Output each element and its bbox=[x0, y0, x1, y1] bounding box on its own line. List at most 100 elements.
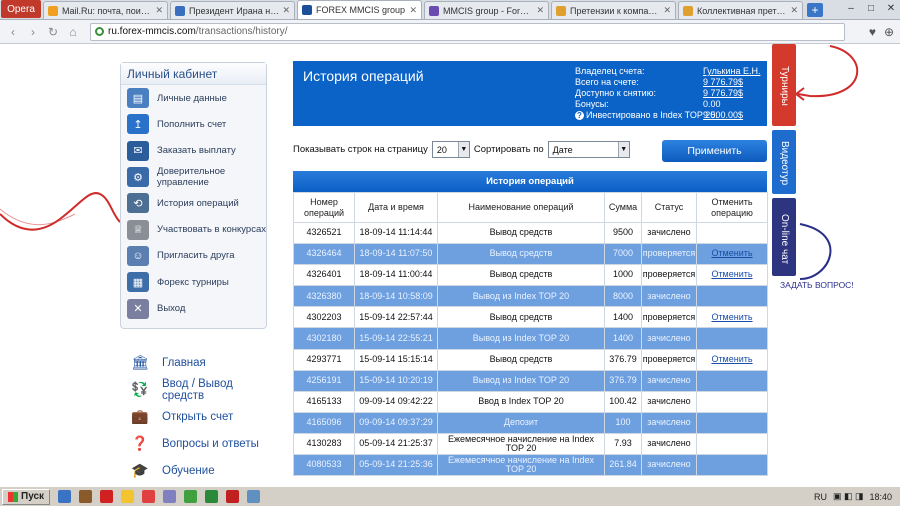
cabinet-item[interactable]: ♕ Участвовать в конкурсах bbox=[121, 216, 266, 242]
account-info-label-text: Владелец счета: bbox=[575, 66, 645, 76]
close-tab-icon[interactable]: ✕ bbox=[663, 5, 671, 16]
id-card-icon: ▤ bbox=[127, 88, 149, 109]
operation-name: Вывод средств bbox=[437, 306, 605, 329]
cancel-cell: Отменить bbox=[696, 243, 768, 266]
close-tab-icon[interactable]: ✕ bbox=[536, 5, 544, 16]
operation-date: 18-09-14 11:14:44 bbox=[354, 221, 438, 245]
operation-name: Вывод из Index TOP 20 bbox=[437, 369, 605, 392]
close-tab-icon[interactable]: ✕ bbox=[409, 5, 417, 16]
tab-title: Коллективная претензия м bbox=[697, 5, 787, 16]
history-table-wrap: История операций Номер операций Дата и вр… bbox=[293, 171, 768, 477]
home-icon[interactable]: ⌂ bbox=[66, 25, 80, 39]
reload-icon[interactable]: ↻ bbox=[46, 25, 60, 39]
operation-status: проверяется bbox=[641, 264, 697, 287]
account-info-value[interactable]: 9 776.79$ bbox=[703, 88, 743, 99]
operation-sum: 1400 bbox=[604, 306, 642, 329]
rows-per-page-select[interactable]: 20 ▼ bbox=[431, 141, 470, 158]
page-content: Личный кабинет ▤ Личные данные ↥ Пополнит… bbox=[0, 44, 900, 486]
tab-title: FOREX MMCIS group bbox=[316, 5, 406, 15]
account-info-value[interactable]: Гулькина Е.Н. bbox=[703, 66, 760, 77]
main-nav-item[interactable]: 🎓 Обучение bbox=[128, 457, 268, 484]
opera-icon[interactable] bbox=[100, 490, 114, 503]
table-row: 4326521 18-09-14 11:14:44 Вывод средств … bbox=[293, 221, 768, 245]
operation-status: проверяется bbox=[641, 348, 697, 371]
ask-question-link[interactable]: ЗАДАТЬ ВОПРОС! bbox=[780, 280, 870, 290]
cancel-operation-link[interactable]: Отменить bbox=[711, 354, 752, 364]
cancel-cell bbox=[696, 285, 768, 308]
video-tour-tab[interactable]: Видеотур bbox=[772, 132, 796, 194]
browser-tab[interactable]: FOREX MMCIS group ✕ bbox=[297, 0, 422, 19]
extension-icon[interactable]: ⊕ bbox=[884, 25, 894, 39]
yandex-icon[interactable] bbox=[142, 490, 156, 503]
app-window-icon[interactable] bbox=[247, 490, 261, 503]
account-info-value: 0.00 bbox=[703, 99, 721, 109]
decorative-red-wave bbox=[0, 192, 120, 231]
opera-window-icon[interactable] bbox=[226, 490, 240, 503]
forward-arrow-icon[interactable]: › bbox=[26, 25, 40, 39]
account-info-value[interactable]: 9 500.00$ bbox=[703, 110, 743, 121]
start-label: Пуск bbox=[21, 491, 45, 502]
browser-tab[interactable]: Президент Ирана назвал ' ✕ bbox=[170, 1, 295, 19]
cancel-operation-link[interactable]: Отменить bbox=[711, 269, 752, 280]
language-indicator[interactable]: RU bbox=[814, 492, 827, 502]
cabinet-item[interactable]: ✕ Выход bbox=[121, 295, 266, 321]
account-info-label: Доступно к снятию: bbox=[575, 88, 703, 99]
start-button[interactable]: Пуск bbox=[2, 488, 51, 505]
maximize-icon[interactable]: □ bbox=[862, 2, 880, 16]
browser-tab[interactable]: Коллективная претензия м ✕ bbox=[678, 1, 803, 19]
apply-button[interactable]: Применить bbox=[662, 140, 767, 162]
operation-name: Вывод средств bbox=[437, 264, 605, 287]
cabinet-item[interactable]: ⟲ История операций bbox=[121, 190, 266, 216]
new-tab-button[interactable]: + bbox=[807, 3, 823, 17]
url-field[interactable]: ru.forex-mmcis.com/transactions/history/ bbox=[90, 22, 845, 41]
browser-tab[interactable]: Претензии к компании - 6 ✕ bbox=[551, 1, 676, 19]
system-tray: RU ▣ ◧ ◨ 18:40 bbox=[808, 491, 900, 502]
icq-icon[interactable] bbox=[184, 490, 198, 503]
info-icon[interactable]: ? bbox=[575, 111, 584, 120]
heart-bookmark-icon[interactable]: ♥ bbox=[869, 25, 876, 39]
main-nav-item[interactable]: 💱 Ввод / Вывод средств bbox=[128, 376, 268, 403]
sort-by-label: Сортировать по bbox=[473, 144, 544, 155]
tournaments-tab[interactable]: Турниры bbox=[772, 46, 796, 126]
cabinet-item[interactable]: ▦ Форекс турниры bbox=[121, 269, 266, 295]
explorer-icon[interactable] bbox=[121, 490, 135, 503]
back-arrow-icon[interactable]: ‹ bbox=[6, 25, 20, 39]
cancel-cell bbox=[696, 327, 768, 350]
cabinet-item[interactable]: ✉ Заказать выплату bbox=[121, 138, 266, 164]
desktop-icon[interactable] bbox=[58, 490, 72, 503]
tray-icons[interactable]: ▣ ◧ ◨ bbox=[833, 491, 864, 502]
cancel-cell: Отменить bbox=[696, 264, 768, 287]
operation-id: 4326380 bbox=[293, 285, 355, 308]
operation-status: зачислено bbox=[641, 327, 697, 350]
folder-icon[interactable] bbox=[79, 490, 93, 503]
cabinet-item[interactable]: ▤ Личные данные bbox=[121, 85, 266, 111]
close-tab-icon[interactable]: ✕ bbox=[282, 5, 290, 16]
table-row: 4256191 15-09-14 10:20:19 Вывод из Index… bbox=[293, 369, 768, 392]
cabinet-item[interactable]: ↥ Пополнить счет bbox=[121, 111, 266, 137]
cabinet-item-label: Выход bbox=[157, 303, 186, 315]
cancel-operation-link[interactable]: Отменить bbox=[711, 312, 752, 322]
clock: 18:40 bbox=[869, 491, 892, 502]
opera-menu-button[interactable]: Opera bbox=[1, 0, 41, 18]
main-nav-item[interactable]: 🏛 Главная bbox=[128, 349, 268, 376]
cancel-operation-link[interactable]: Отменить bbox=[711, 248, 752, 259]
table-row: 4165096 09-09-14 09:37:29 Депозит 100 за… bbox=[293, 411, 768, 434]
main-nav-item[interactable]: 💼 Открыть счет bbox=[128, 403, 268, 430]
close-window-icon[interactable]: ✕ bbox=[882, 2, 900, 16]
online-chat-tab[interactable]: On-line чат bbox=[772, 202, 796, 276]
browser-tab[interactable]: Mail.Ru: почта, поиск в инт ✕ bbox=[43, 1, 168, 19]
account-info-value[interactable]: 9 776.79$ bbox=[703, 77, 743, 88]
app-icon[interactable] bbox=[163, 490, 177, 503]
column-header: Статус bbox=[641, 192, 697, 223]
excel-icon[interactable] bbox=[205, 490, 219, 503]
browser-tab[interactable]: MMCIS group - Forex-mmcis ✕ bbox=[424, 1, 549, 19]
invite-friend-icon: ☺ bbox=[127, 245, 149, 266]
close-tab-icon[interactable]: ✕ bbox=[155, 5, 163, 16]
sort-by-select[interactable]: Дате ▼ bbox=[547, 141, 630, 158]
close-tab-icon[interactable]: ✕ bbox=[790, 5, 798, 16]
cancel-cell bbox=[696, 432, 768, 456]
minimize-icon[interactable]: – bbox=[842, 2, 860, 16]
cabinet-item[interactable]: ☺ Пригласить друга bbox=[121, 243, 266, 269]
main-nav-item[interactable]: ❓ Вопросы и ответы bbox=[128, 430, 268, 457]
cabinet-item[interactable]: ⚙ Доверительное управление bbox=[121, 164, 266, 190]
